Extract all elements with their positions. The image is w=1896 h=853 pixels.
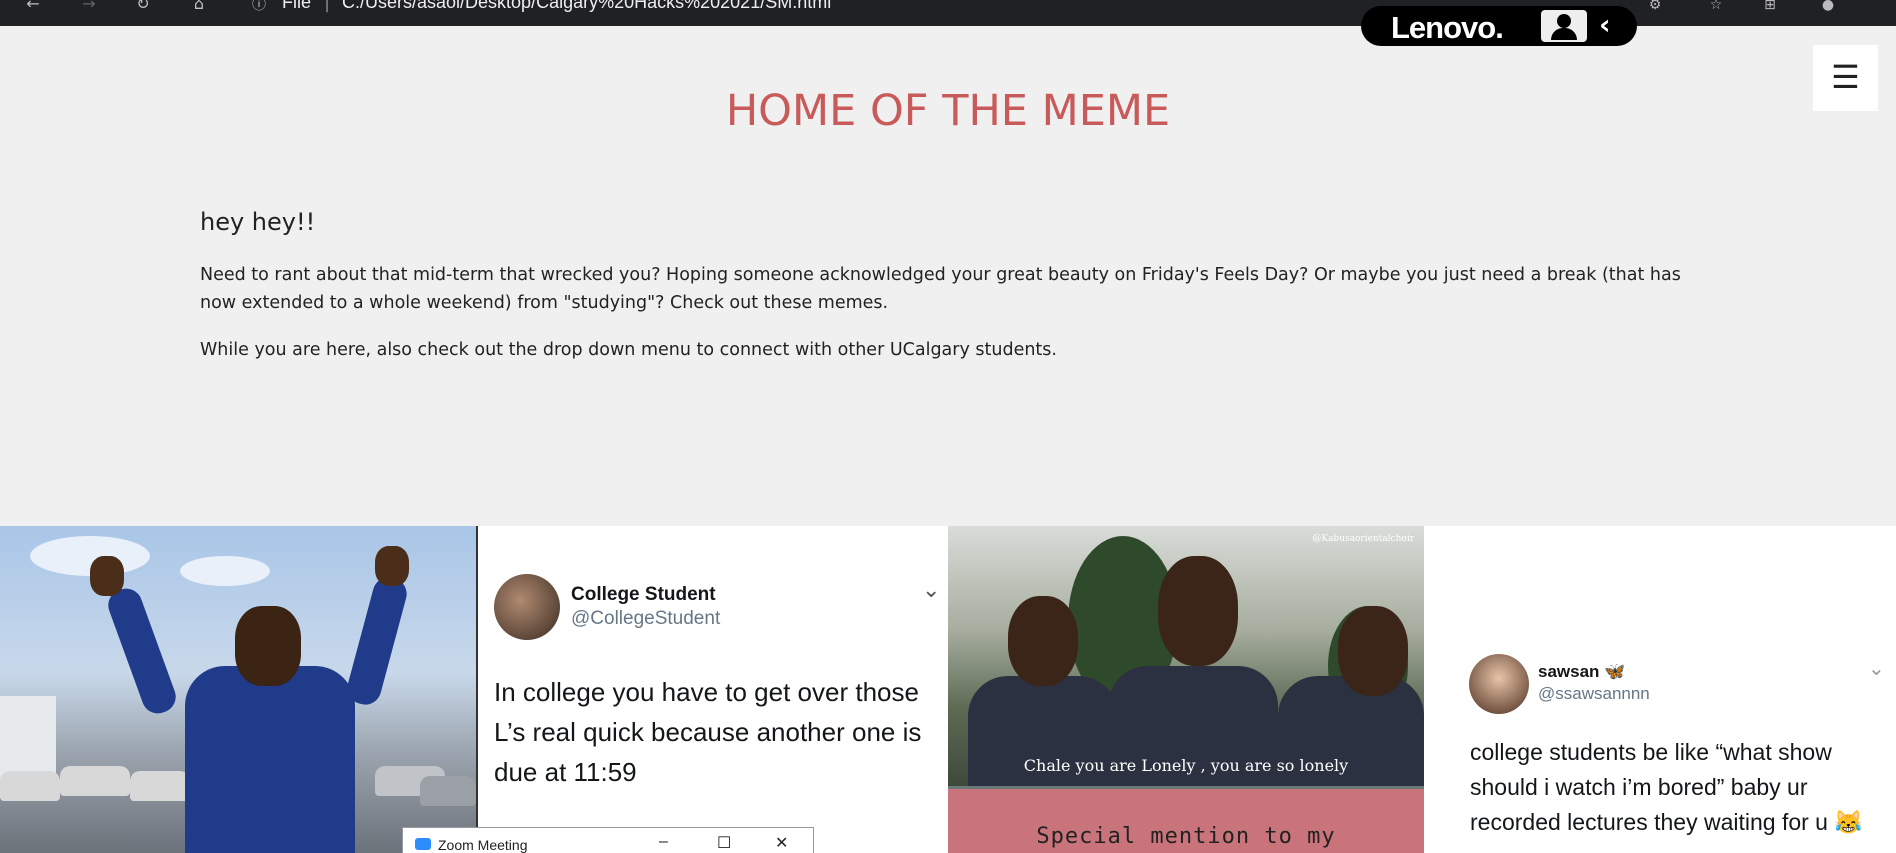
chevron-down-icon: ⌄ [922, 578, 941, 603]
zoom-window-title: Zoom Meeting [438, 837, 528, 853]
forward-arrow-icon[interactable]: → [78, 0, 100, 14]
page-title: HOME OF THE MEME [725, 86, 1171, 136]
tweet-author-name: sawsan 🦋 [1538, 662, 1626, 681]
file-label: File [282, 0, 312, 12]
meme-image-choir: @Kabusaorientalchoir Chale you are Lonel… [948, 526, 1424, 853]
close-button[interactable]: ✕ [775, 833, 788, 853]
lenovo-logo: Lenovo. [1391, 10, 1504, 45]
meme-caption: Chale you are Lonely , you are so lonely [1023, 756, 1349, 775]
tweet-text: In college you have to get over those L’… [494, 677, 922, 787]
zoom-meeting-window[interactable]: Zoom Meeting – ☐ ✕ [402, 827, 814, 853]
intro-paragraph: Need to rant about that mid-term that wr… [200, 265, 1681, 313]
meme-tweet-college-student: College Student @CollegeStudent ⌄ In col… [476, 526, 948, 853]
menu-hint-paragraph: While you are here, also check out the d… [200, 340, 1057, 360]
chevron-down-icon: ⌄ [1868, 656, 1885, 680]
maximize-button[interactable]: ☐ [717, 833, 731, 853]
tweet-author-name: College Student [571, 584, 716, 605]
favorites-icon[interactable]: ☆ [1704, 0, 1728, 14]
camera-person-icon[interactable] [1541, 10, 1587, 42]
avatar [1469, 654, 1529, 714]
meme-image-celebrating-man [0, 526, 476, 853]
lenovo-camera-overlay[interactable]: Lenovo. ‹ [1361, 6, 1637, 46]
refresh-icon[interactable]: ↻ [132, 0, 154, 14]
watermark-tag: @Kabusaorientalchoir [1312, 534, 1414, 544]
tweet-author-handle: @CollegeStudent [571, 608, 721, 629]
info-icon[interactable]: ⓘ [252, 0, 266, 14]
greeting-heading: hey hey!! [200, 208, 316, 236]
collapse-chevron-icon[interactable]: ‹ [1599, 8, 1611, 41]
avatar [494, 574, 560, 640]
url-text[interactable]: C:/Users/asaol/Desktop/Calgary%20Hacks%2… [342, 0, 831, 13]
extension-icon[interactable]: ⚙ [1643, 0, 1667, 14]
meme-tweet-sawsan: sawsan 🦋 @ssawsannnn ⌄ college students … [1424, 526, 1896, 853]
tweet-author-handle: @ssawsannnn [1538, 684, 1650, 703]
zoom-camera-icon [415, 838, 431, 850]
address-separator: | [324, 0, 331, 13]
meme-banner-text: Special mention to my [1036, 824, 1336, 849]
minimize-button[interactable]: – [659, 833, 668, 851]
collections-icon[interactable]: ⊞ [1758, 0, 1782, 14]
tweet-text: college students be like “what show shou… [1470, 739, 1863, 835]
back-arrow-icon[interactable]: ← [22, 0, 44, 14]
home-icon[interactable]: ⌂ [188, 0, 210, 14]
profile-icon[interactable]: ● [1816, 0, 1840, 14]
